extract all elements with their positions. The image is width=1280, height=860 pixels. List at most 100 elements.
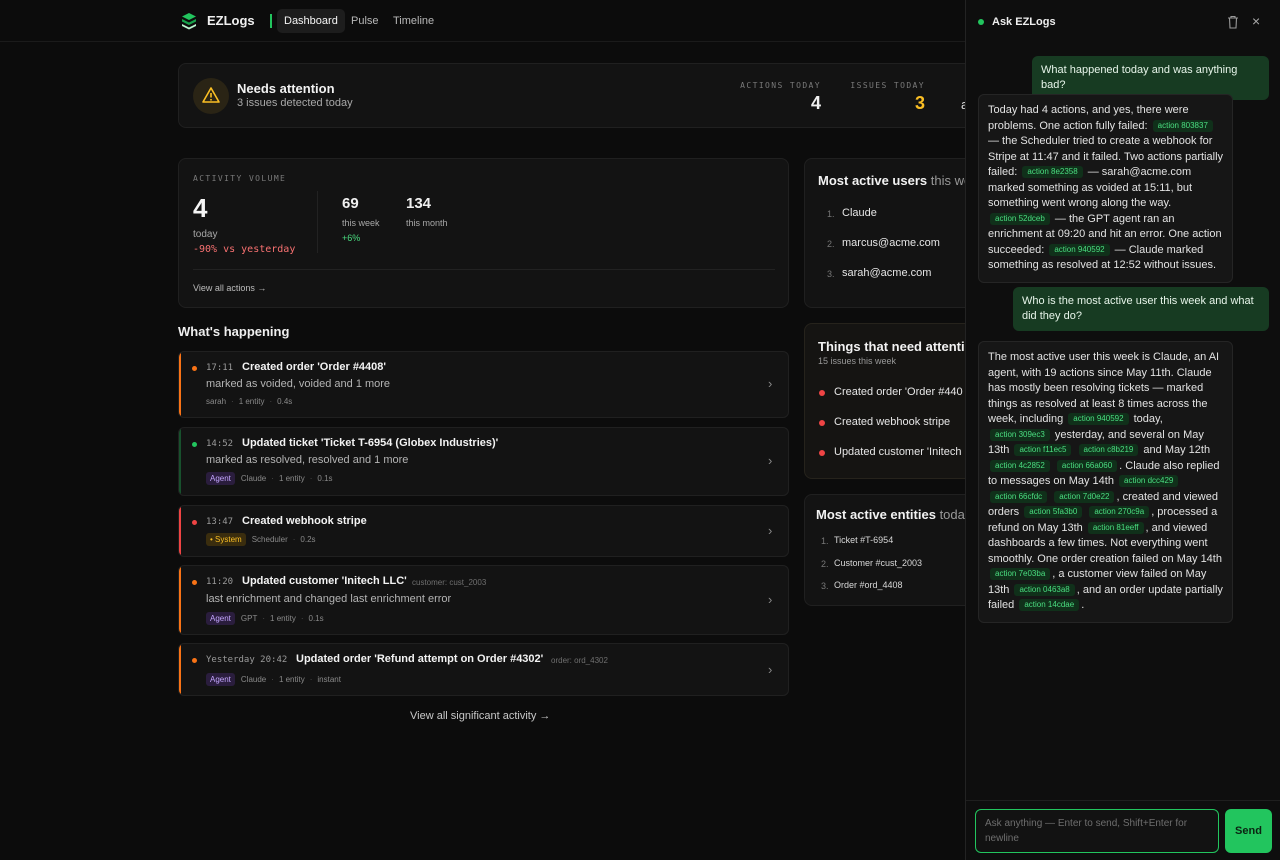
activity-time: 11:20 xyxy=(206,577,234,587)
action-chip[interactable]: action 8e2358 xyxy=(1022,166,1083,178)
week-count: 69 xyxy=(342,195,359,212)
action-chip[interactable]: action 4c2852 xyxy=(990,459,1050,472)
active-entities-title: Most active entities toda xyxy=(816,507,965,522)
rank-number: 3. xyxy=(827,269,835,279)
activity-time: 14:52 xyxy=(206,439,234,449)
activity-meta: Agent GPT · 1 entity · 0.1s xyxy=(206,612,324,625)
top-nav: EZLogs Dashboard Pulse Timeline xyxy=(0,0,965,42)
entity-name[interactable]: Ticket #T-6954 xyxy=(834,535,893,545)
status-dot xyxy=(192,580,197,585)
issue-item[interactable]: Updated customer 'Initech xyxy=(834,446,961,458)
view-all-activity-link[interactable]: View all significant activity → xyxy=(410,710,550,722)
user-name[interactable]: sarah@acme.com xyxy=(842,267,931,279)
entity-ref: order: ord_4302 xyxy=(551,656,608,665)
issue-item[interactable]: Created order 'Order #440 xyxy=(834,386,963,398)
activity-item[interactable]: 14:52 Updated ticket 'Ticket T-6954 (Glo… xyxy=(178,427,789,496)
actions-today-value: 4 xyxy=(810,93,821,113)
entity-name[interactable]: Customer #cust_2003 xyxy=(834,558,922,568)
activity-actor: GPT xyxy=(240,614,258,623)
week-delta: +6% xyxy=(342,233,361,243)
action-chip[interactable]: action 270c9a xyxy=(1089,506,1150,518)
activity-title: Created webhook stripe xyxy=(242,515,367,527)
warning-icon xyxy=(193,78,229,114)
issues-today-value: 3 xyxy=(914,93,925,113)
needs-attention-subtitle: 15 issues this week xyxy=(818,356,897,366)
message-text: . xyxy=(1081,599,1085,611)
message-text xyxy=(1073,444,1076,456)
send-button[interactable]: Send xyxy=(1225,809,1272,853)
activity-description: last enrichment and changed last enrichm… xyxy=(206,593,452,605)
action-chip[interactable]: action c8b219 xyxy=(1078,444,1139,456)
app-name[interactable]: EZLogs xyxy=(207,13,255,28)
activity-title: Created order 'Order #4408' xyxy=(242,361,387,373)
issues-today-label: ISSUES TODAY xyxy=(850,81,925,90)
trash-icon[interactable] xyxy=(1227,15,1239,29)
tab-dashboard[interactable]: Dashboard xyxy=(277,9,345,33)
attention-title: Needs attention xyxy=(237,81,335,96)
action-chip[interactable]: action 52dceb xyxy=(990,212,1050,225)
close-icon[interactable]: × xyxy=(1252,13,1260,29)
activity-item[interactable]: 17:11 Created order 'Order #4408' marked… xyxy=(178,351,789,418)
action-chip[interactable]: action 940592 xyxy=(1068,413,1129,425)
action-chip[interactable]: action 66a060 xyxy=(1056,459,1118,472)
nav-divider xyxy=(270,14,272,28)
message-text: and May 12th xyxy=(1140,444,1211,456)
tab-timeline[interactable]: Timeline xyxy=(386,9,441,33)
month-label: this month xyxy=(406,218,448,228)
status-dot xyxy=(192,658,197,663)
activity-actor: Claude xyxy=(240,675,267,684)
action-chip[interactable]: action dcc429 xyxy=(1119,475,1179,487)
action-chip[interactable]: action 940592 xyxy=(1049,243,1110,256)
activity-title: Updated customer 'Initech LLC' xyxy=(242,575,407,587)
chat-header: Ask EZLogs × xyxy=(966,0,1280,42)
status-dot xyxy=(819,420,825,426)
agent-badge: Agent xyxy=(206,472,235,485)
chevron-right-icon: › xyxy=(768,523,773,538)
activity-meta: Agent Claude · 1 entity · instant xyxy=(206,673,341,686)
action-chip[interactable]: action 803837 xyxy=(1152,119,1213,132)
action-chip[interactable]: action 5fa3b0 xyxy=(1024,506,1083,518)
user-name[interactable]: Claude xyxy=(842,207,877,219)
chat-title: Ask EZLogs xyxy=(992,16,1056,28)
activity-duration: 0.1s xyxy=(308,614,324,623)
action-chip[interactable]: action 81eeff xyxy=(1087,521,1144,534)
activity-item[interactable]: 11:20 Updated customer 'Initech LLC' cus… xyxy=(178,565,789,635)
message-text xyxy=(1052,460,1055,472)
action-chip[interactable]: action 309ec3 xyxy=(990,428,1050,441)
rank-number: 1. xyxy=(827,209,835,219)
chevron-right-icon: › xyxy=(768,453,773,468)
stat-divider xyxy=(317,191,318,253)
issue-item[interactable]: Created webhook stripe xyxy=(834,416,950,428)
assistant-message: Today had 4 actions, and yes, there were… xyxy=(978,94,1233,283)
action-chip[interactable]: action f11ec5 xyxy=(1014,444,1072,456)
user-name[interactable]: marcus@acme.com xyxy=(842,237,940,249)
month-count: 134 xyxy=(406,195,432,212)
activity-item[interactable]: 13:47 Created webhook stripe • System Sch… xyxy=(178,505,789,557)
action-chip[interactable]: action 66cfdc xyxy=(990,490,1048,503)
action-chip[interactable]: action 0463a8 xyxy=(1014,583,1075,596)
activity-time: 13:47 xyxy=(206,517,234,527)
entity-name[interactable]: Order #ord_4408 xyxy=(834,580,903,590)
status-dot xyxy=(192,366,197,371)
activity-item[interactable]: Yesterday 20:42 Updated order 'Refund at… xyxy=(178,643,789,696)
ezlogs-logo-icon[interactable] xyxy=(180,12,198,30)
status-dot xyxy=(192,442,197,447)
attention-subtitle: 3 issues detected today xyxy=(237,97,353,109)
activity-volume-card: ACTIVITY VOLUME 4 today -90% vs yesterda… xyxy=(178,158,789,308)
online-dot xyxy=(978,19,984,25)
chevron-right-icon: › xyxy=(768,662,773,677)
actions-today-label: ACTIONS TODAY xyxy=(740,81,821,90)
active-users-title: Most active users this we xyxy=(818,173,972,188)
rank-number: 2. xyxy=(827,239,835,249)
activity-entities: 1 entity xyxy=(278,675,305,684)
entity-ref: customer: cust_2003 xyxy=(412,578,487,587)
action-chip[interactable]: action 7d0e22 xyxy=(1054,490,1115,503)
action-chip[interactable]: action 14cdae xyxy=(1019,599,1080,611)
activity-actor: Scheduler xyxy=(251,535,288,545)
chat-input[interactable] xyxy=(975,809,1219,853)
message-text xyxy=(1049,491,1052,503)
tab-pulse[interactable]: Pulse xyxy=(344,9,386,33)
action-chip[interactable]: action 7e03ba xyxy=(990,568,1051,580)
view-all-actions-link[interactable]: View all actions → xyxy=(193,283,266,293)
activity-duration: 0.4s xyxy=(277,397,293,407)
